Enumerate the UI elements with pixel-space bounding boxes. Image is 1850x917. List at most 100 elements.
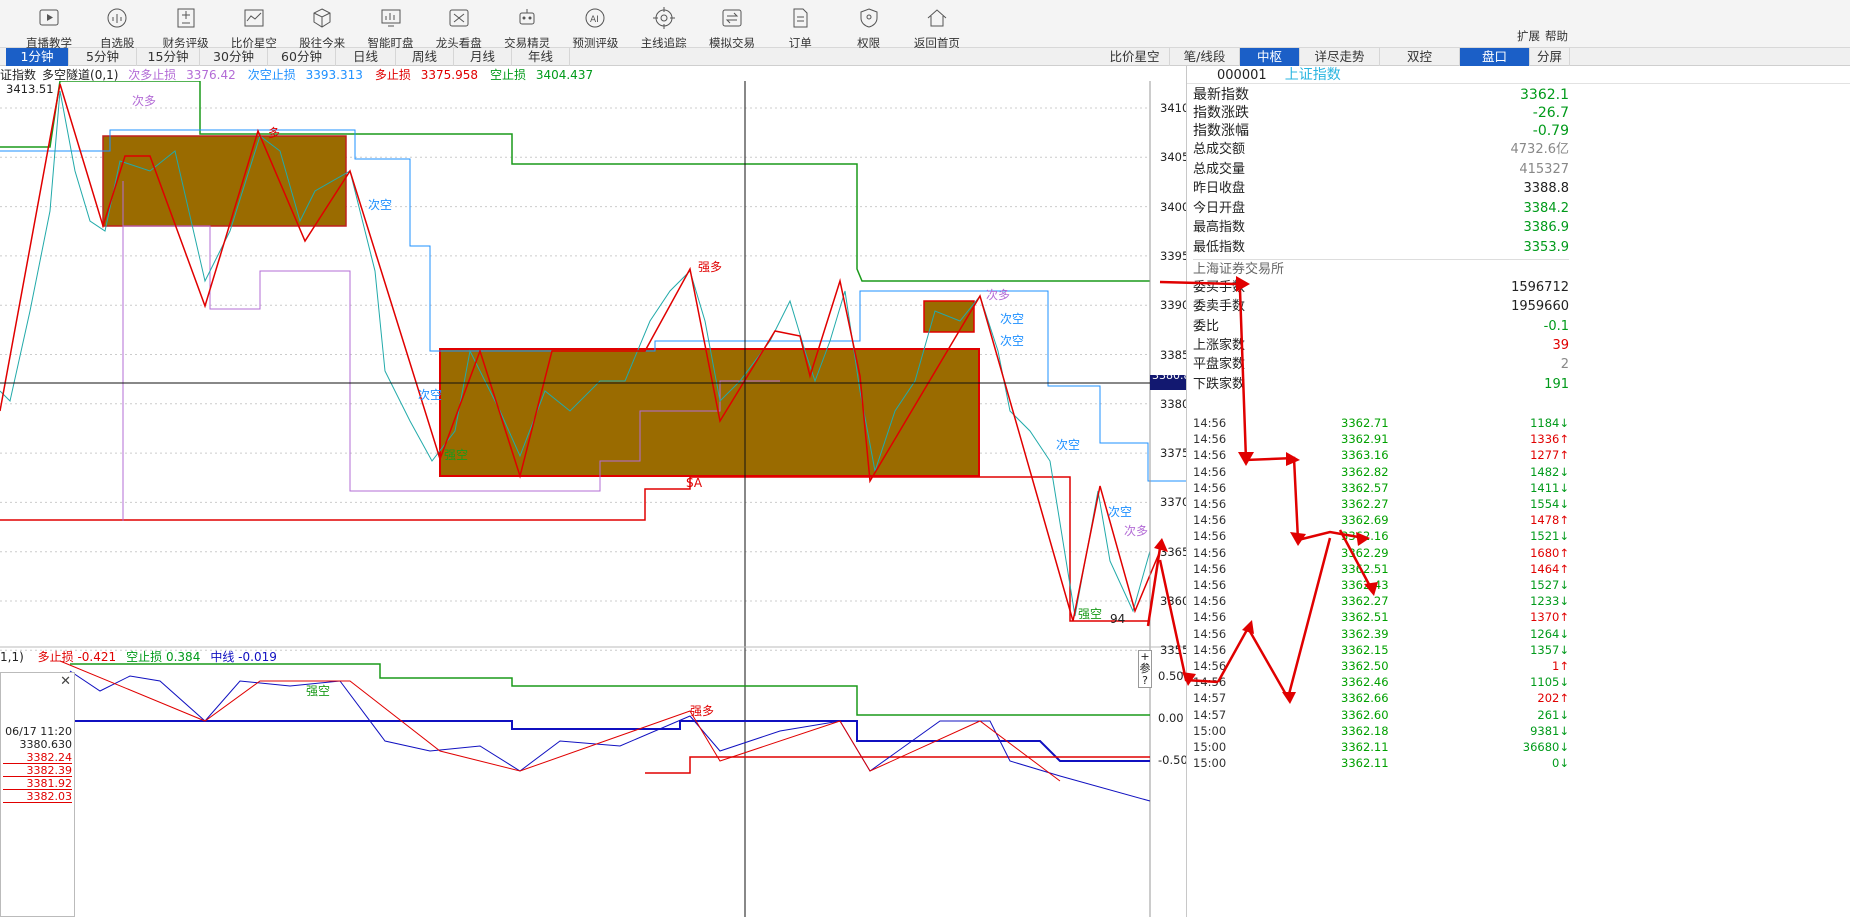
tick-volume: 1527	[1530, 578, 1560, 592]
toolbar-item-4[interactable]: 股往今来	[287, 6, 357, 51]
quote-value: 3388.8	[1523, 181, 1570, 196]
popup-value: 3380.630	[19, 738, 73, 751]
chart-annotation: 次空	[1000, 312, 1025, 326]
chart-annotation: 强空	[1078, 607, 1103, 621]
tick-time: 15:00	[1193, 756, 1227, 771]
price-tick-label: 3400	[1160, 199, 1190, 214]
tick-price: 3362.18	[1341, 723, 1389, 738]
tab-period-2[interactable]: 15分钟	[137, 48, 200, 66]
tick-time: 14:56	[1193, 675, 1227, 690]
toolbar-item-2[interactable]: 财务评级	[151, 6, 221, 51]
tick-price: 3362.66	[1341, 691, 1389, 706]
tick-time: 14:56	[1193, 642, 1227, 657]
sub-legend-item: 中线 -0.019	[210, 650, 277, 664]
quote-header: 000001 上证指数	[1187, 66, 1850, 84]
quote-row: 总成交额 4732.6亿	[1193, 140, 1569, 159]
tick-volume: 1233	[1530, 594, 1560, 609]
toolbar-item-6[interactable]: 龙头看盘	[424, 6, 494, 51]
toolbar-item-8[interactable]: AI 预测评级	[560, 6, 630, 51]
close-icon[interactable]: ✕	[60, 674, 71, 689]
toolbar-item-11[interactable]: 订单	[765, 6, 835, 51]
toolbar-item-10[interactable]: 模拟交易	[697, 6, 767, 51]
tab-period-0[interactable]: 1分钟	[6, 48, 69, 66]
crosshair-price-label: 3380.8	[1152, 369, 1191, 382]
toolbar-item-3[interactable]: 比价星空	[219, 6, 289, 51]
toolbar-item-13[interactable]: 返回首页	[902, 6, 972, 51]
quote-row: 指数涨跌 -26.7	[1193, 104, 1569, 123]
quote-row: 上涨家数 39	[1193, 336, 1569, 355]
tab-period-7[interactable]: 月线	[454, 48, 512, 66]
robot-icon	[519, 9, 535, 25]
chart-annotation: 次多	[1124, 524, 1149, 538]
legend-item: 次空止损 3393.313	[248, 68, 369, 82]
tick-price: 3362.60	[1341, 707, 1389, 722]
tab-period-5[interactable]: 日线	[336, 48, 396, 66]
arrow-up-icon: ↑	[1559, 432, 1569, 447]
chart-annotation: 次空	[1108, 505, 1133, 519]
quote-value: 3353.9	[1523, 239, 1570, 255]
quote-key: 委比	[1193, 318, 1220, 334]
tick-row: 14:56 3362.91 1336↑	[1193, 431, 1569, 447]
tick-volume: 1680	[1530, 545, 1560, 560]
question-button[interactable]: ?	[1139, 675, 1151, 687]
expand-link[interactable]: 扩展	[1517, 28, 1540, 44]
quote-value: 415327	[1519, 161, 1569, 177]
tab-view-2[interactable]: 中枢	[1240, 48, 1300, 66]
candlestick-chart[interactable]	[0, 81, 1186, 917]
quote-key: 总成交量	[1193, 161, 1246, 177]
toolbar-item-5[interactable]: 智能盯盘	[356, 6, 426, 51]
index-name: 证指数	[0, 68, 37, 82]
arrow-up-icon: ↑	[1559, 561, 1569, 576]
chart-annotation: 次空	[1000, 334, 1025, 348]
arrow-up-icon: ↑	[1559, 691, 1569, 706]
indicator-legend: 证指数 多空隧道(0,1) 次多止损 3376.42 次空止损 3393.313 多止…	[0, 66, 611, 82]
tab-period-4[interactable]: 60分钟	[268, 48, 336, 66]
tick-volume: 1336	[1530, 432, 1560, 447]
toolbar-item-0[interactable]: 直播教学	[14, 6, 84, 51]
tab-period-6[interactable]: 周线	[396, 48, 454, 66]
tick-time: 14:56	[1193, 659, 1227, 673]
tab-view-0[interactable]: 比价星空	[1100, 48, 1170, 66]
price-tick-label: 3405	[1160, 150, 1190, 165]
toolbar-item-12[interactable]: 权限	[834, 6, 904, 51]
help-link[interactable]: 帮助	[1545, 28, 1568, 44]
toolbar-item-1[interactable]: 自选股	[82, 6, 152, 51]
quote-value: 191	[1544, 376, 1569, 392]
tab-view-4[interactable]: 双控	[1380, 48, 1460, 66]
quote-value: 1596712	[1511, 280, 1569, 295]
tick-time: 14:57	[1193, 691, 1227, 706]
pivot-zone-1	[102, 135, 347, 227]
tick-row: 14:56 3362.69 1478↑	[1193, 512, 1569, 528]
legend-label: 次空止损	[247, 68, 296, 82]
quote-value: 3386.9	[1523, 220, 1570, 235]
quote-row: 委比 -0.1	[1193, 317, 1569, 336]
tick-volume: 202	[1537, 691, 1560, 706]
tab-period-8[interactable]: 年线	[512, 48, 570, 66]
quote-value: 2	[1560, 357, 1569, 373]
legend-value: 3375.958	[420, 68, 478, 82]
tab-view-5[interactable]: 盘口	[1460, 48, 1530, 66]
tick-price: 3362.11	[1341, 756, 1389, 771]
sub-legend-value: -0.421	[77, 650, 117, 664]
toolbar-item-9[interactable]: 主线追踪	[629, 6, 699, 51]
sub-legend-item: 多止损 -0.421	[38, 650, 117, 664]
toolbar-item-7[interactable]: 交易精灵	[492, 6, 562, 51]
cube-icon	[313, 8, 331, 28]
tick-row: 14:57 3362.60 261↓	[1193, 707, 1569, 723]
sub-tick-label: -0.50	[1158, 753, 1188, 767]
tick-time: 14:56	[1193, 464, 1227, 479]
price-tick-label: 3390	[1160, 298, 1190, 313]
tab-view-3[interactable]: 详尽走势	[1300, 48, 1380, 66]
quote-key: 指数涨跌	[1193, 105, 1249, 121]
tab-period-3[interactable]: 30分钟	[200, 48, 268, 66]
tick-volume: 1184	[1530, 416, 1560, 430]
sub-legend-label: 空止损	[126, 650, 163, 664]
tab-view-1[interactable]: 笔/线段	[1170, 48, 1240, 66]
arrow-down-icon: ↓	[1559, 480, 1569, 495]
tab-period-1[interactable]: 5分钟	[69, 48, 137, 66]
tab-view-6[interactable]: 分屏	[1530, 48, 1570, 66]
legend-value: 3393.313	[305, 68, 363, 82]
chart-annotation: 强空	[444, 448, 469, 462]
arrow-up-icon: ↑	[1559, 610, 1569, 625]
quote-key: 昨日收盘	[1193, 181, 1246, 196]
